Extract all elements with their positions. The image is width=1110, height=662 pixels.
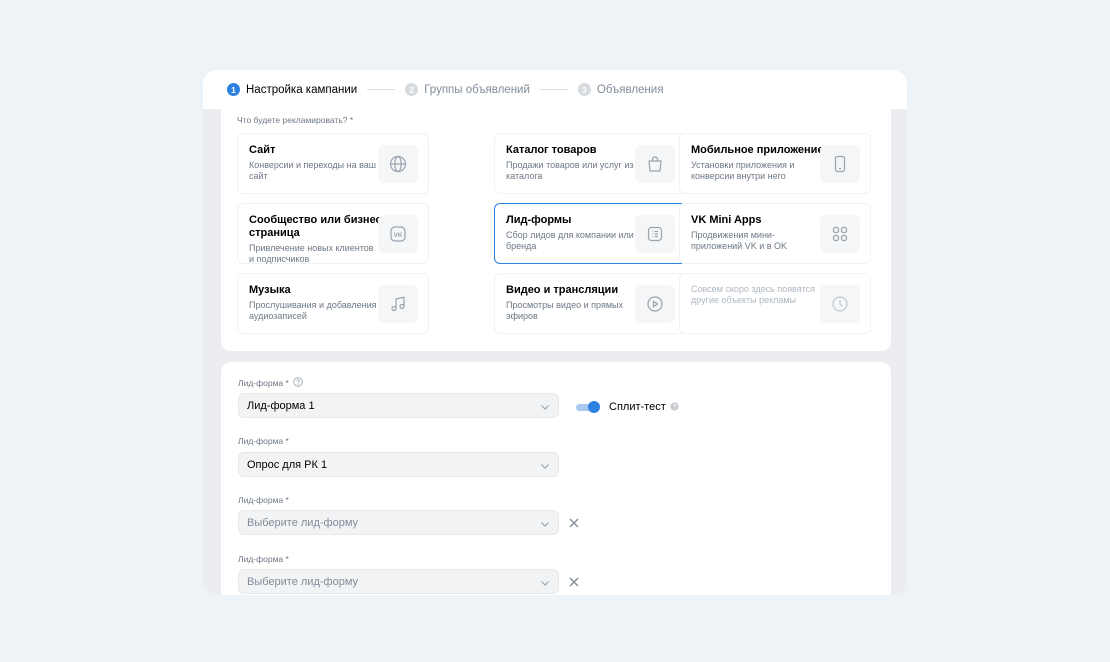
card-description: Просмотры видео и прямых эфиров xyxy=(506,300,623,321)
objective-card-catalog[interactable]: Каталог товаров Продажи товаров или услу… xyxy=(494,133,686,194)
apps-grid-icon xyxy=(820,215,860,253)
form-list-icon xyxy=(635,215,675,253)
close-icon xyxy=(569,577,579,587)
objective-card-site[interactable]: Сайт Конверсии и переходы на ваш сайт xyxy=(237,133,429,194)
help-icon[interactable] xyxy=(293,377,303,389)
step-divider xyxy=(539,89,568,90)
objective-card-mobile-app[interactable]: Мобильное приложение Установки приложени… xyxy=(679,133,871,194)
field-label-text: Лид-форма * xyxy=(238,436,289,446)
split-test-toggle[interactable] xyxy=(576,401,600,413)
objective-card-vk-mini-apps[interactable]: VK Mini Apps Продвижения мини-приложений… xyxy=(679,203,871,264)
objective-panel: Что будете рекламировать? * Сайт Конверс… xyxy=(221,109,891,351)
card-description: Сбор лидов для компании или бренда xyxy=(506,230,634,251)
field-label-text: Лид-форма * xyxy=(238,378,289,388)
chevron-down-icon xyxy=(540,461,550,473)
lead-form-select-3[interactable]: Выберите лид-форму xyxy=(238,510,559,535)
step-ad-groups[interactable]: 2 Группы объявлений xyxy=(405,83,530,96)
help-icon[interactable] xyxy=(670,398,679,416)
field-label-text: Лид-форма * xyxy=(238,554,289,564)
select-placeholder: Выберите лид-форму xyxy=(247,575,359,588)
objective-card-coming-soon: Совсем скоро здесь появятся другие объек… xyxy=(679,273,871,334)
field-label-text: Лид-форма * xyxy=(238,495,289,505)
card-description: Продажи товаров или услуг из каталога xyxy=(506,160,634,181)
chevron-down-icon xyxy=(540,519,550,531)
select-placeholder: Выберите лид-форму xyxy=(247,516,359,529)
step-number: 3 xyxy=(577,83,591,96)
select-value: Опрос для РК 1 xyxy=(247,458,328,471)
step-divider xyxy=(367,89,396,90)
step-number: 2 xyxy=(405,83,419,96)
lead-form-field-label: Лид-форма * xyxy=(238,436,289,446)
shopping-bag-icon xyxy=(635,145,675,183)
step-label: Группы объявлений xyxy=(424,83,530,96)
step-number: 1 xyxy=(227,83,240,96)
split-test-label: Сплит-тест xyxy=(609,401,666,413)
card-description: Привлечение новых клиентов и подписчиков xyxy=(249,243,374,264)
vk-logo-icon: VK xyxy=(378,215,418,253)
objective-card-community[interactable]: Сообщество или бизнес-страница Привлечен… xyxy=(237,203,429,264)
toggle-knob xyxy=(588,401,600,413)
objective-label: Что будете рекламировать? * xyxy=(237,115,354,125)
objective-card-video[interactable]: Видео и трансляции Просмотры видео и пря… xyxy=(494,273,686,334)
svg-text:VK: VK xyxy=(393,232,402,239)
card-description: Прослушивания и добавления аудиозаписей xyxy=(249,300,377,321)
lead-form-select-1[interactable]: Лид-форма 1 xyxy=(238,393,559,418)
chevron-down-icon xyxy=(540,402,550,414)
lead-form-panel: Лид-форма * Лид-форма 1 Сплит-тест Лид-ф… xyxy=(221,362,891,595)
step-ads[interactable]: 3 Объявления xyxy=(577,83,664,96)
step-label: Объявления xyxy=(596,83,664,96)
lead-form-field-label: Лид-форма * xyxy=(238,495,289,505)
step-label: Настройка кампании xyxy=(246,83,358,96)
card-description: Продвижения мини-приложений VK и в OK xyxy=(691,230,788,251)
stepper: 1 Настройка кампании 2 Группы объявлений… xyxy=(203,70,907,109)
card-description: Совсем скоро здесь появятся другие объек… xyxy=(691,284,816,305)
lead-form-select-4[interactable]: Выберите лид-форму xyxy=(238,569,559,594)
lead-form-field-label: Лид-форма * xyxy=(238,554,289,564)
clock-icon xyxy=(820,285,860,323)
globe-icon xyxy=(378,145,418,183)
music-note-icon xyxy=(378,285,418,323)
close-icon xyxy=(569,518,579,528)
remove-field-button[interactable] xyxy=(567,516,581,530)
objective-card-music[interactable]: Музыка Прослушивания и добавления аудиоз… xyxy=(237,273,429,334)
split-test-control: Сплит-тест xyxy=(576,398,679,416)
lead-form-field-label: Лид-форма * xyxy=(238,377,303,389)
remove-field-button[interactable] xyxy=(567,575,581,589)
smartphone-icon xyxy=(820,145,860,183)
chevron-down-icon xyxy=(540,578,550,590)
objective-card-lead-forms[interactable]: Лид-формы Сбор лидов для компании или бр… xyxy=(494,203,686,264)
select-value: Лид-форма 1 xyxy=(247,399,315,412)
card-description: Конверсии и переходы на ваш сайт xyxy=(249,160,376,181)
card-description: Установки приложения и конверсии внутри … xyxy=(691,160,795,181)
lead-form-select-2[interactable]: Опрос для РК 1 xyxy=(238,452,559,477)
campaign-window: 1 Настройка кампании 2 Группы объявлений… xyxy=(203,70,907,595)
step-campaign-settings[interactable]: 1 Настройка кампании xyxy=(227,83,357,96)
play-circle-icon xyxy=(635,285,675,323)
